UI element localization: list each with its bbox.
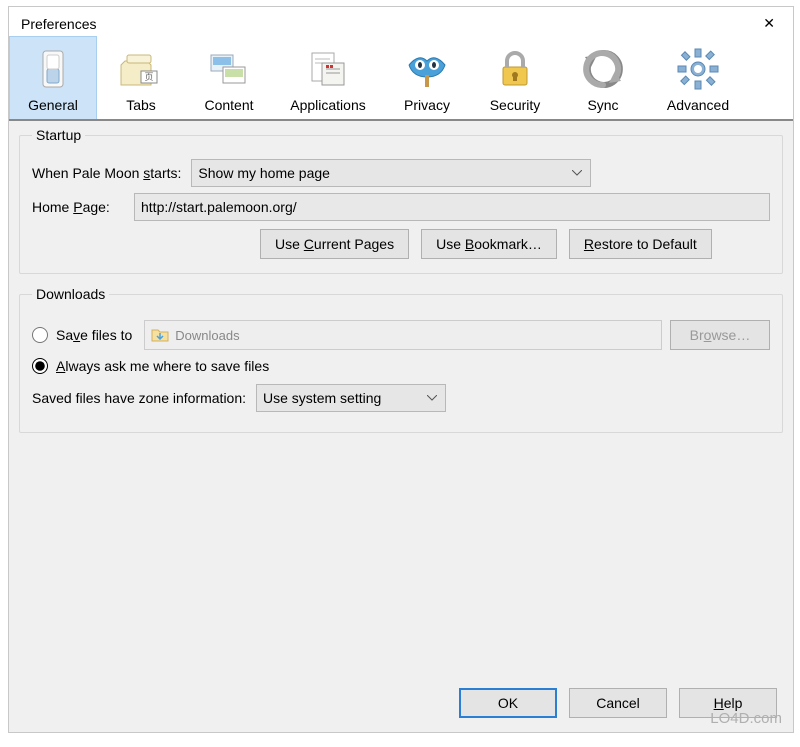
applications-icon: [304, 45, 352, 93]
startup-group: Startup When Pale Moon starts: Show my h…: [19, 127, 783, 274]
homepage-input[interactable]: [134, 193, 770, 221]
ok-button[interactable]: OK: [459, 688, 557, 718]
downloads-legend: Downloads: [32, 286, 109, 302]
homepage-label: Home Page:: [32, 199, 124, 215]
startup-legend: Startup: [32, 127, 85, 143]
general-panel: Startup When Pale Moon starts: Show my h…: [9, 121, 793, 732]
general-icon: [29, 45, 77, 93]
toolbar-security-label: Security: [490, 97, 541, 113]
preferences-toolbar: General 页 Tabs Co: [9, 36, 793, 121]
dialog-footer: OK Cancel Help: [9, 676, 793, 732]
toolbar-applications-label: Applications: [290, 97, 366, 113]
toolbar-general-label: General: [28, 97, 78, 113]
toolbar-advanced-label: Advanced: [667, 97, 729, 113]
titlebar: Preferences ✕: [9, 7, 793, 36]
preferences-window: Preferences ✕ General 页: [8, 6, 794, 733]
advanced-icon: [674, 45, 722, 93]
when-starts-select[interactable]: Show my home page: [191, 159, 591, 187]
toolbar-sync[interactable]: Sync: [559, 36, 647, 119]
save-path-text: Downloads: [175, 328, 239, 343]
downloads-group: Downloads Save files to Downloads Browse…: [19, 286, 783, 433]
toolbar-sync-label: Sync: [587, 97, 618, 113]
toolbar-general[interactable]: General: [9, 36, 97, 119]
toolbar-security[interactable]: Security: [471, 36, 559, 119]
use-current-pages-button[interactable]: Use Current Pages: [260, 229, 409, 259]
help-button[interactable]: Help: [679, 688, 777, 718]
security-icon: [491, 45, 539, 93]
toolbar-advanced[interactable]: Advanced: [647, 36, 749, 119]
folder-icon: [151, 326, 169, 345]
svg-text:页: 页: [144, 72, 153, 82]
content-icon: [205, 45, 253, 93]
cancel-button[interactable]: Cancel: [569, 688, 667, 718]
save-files-label: Save files to: [56, 327, 132, 343]
sync-icon: [579, 45, 627, 93]
zone-info-select[interactable]: Use system setting: [256, 384, 446, 412]
close-icon[interactable]: ✕: [755, 13, 783, 34]
toolbar-privacy-label: Privacy: [404, 97, 450, 113]
privacy-icon: [403, 45, 451, 93]
browse-button[interactable]: Browse…: [670, 320, 770, 350]
save-path-display: Downloads: [144, 320, 662, 350]
save-files-radio[interactable]: [32, 327, 48, 343]
use-bookmark-button[interactable]: Use Bookmark…: [421, 229, 557, 259]
toolbar-privacy[interactable]: Privacy: [383, 36, 471, 119]
when-starts-label: When Pale Moon starts:: [32, 165, 181, 181]
toolbar-tabs[interactable]: 页 Tabs: [97, 36, 185, 119]
toolbar-tabs-label: Tabs: [126, 97, 156, 113]
zone-info-label: Saved files have zone information:: [32, 390, 246, 406]
always-ask-radio[interactable]: [32, 358, 48, 374]
toolbar-content[interactable]: Content: [185, 36, 273, 119]
always-ask-label: Always ask me where to save files: [56, 358, 269, 374]
tabs-icon: 页: [117, 45, 165, 93]
toolbar-content-label: Content: [204, 97, 253, 113]
restore-default-button[interactable]: Restore to Default: [569, 229, 712, 259]
window-title: Preferences: [21, 16, 96, 32]
toolbar-applications[interactable]: Applications: [273, 36, 383, 119]
